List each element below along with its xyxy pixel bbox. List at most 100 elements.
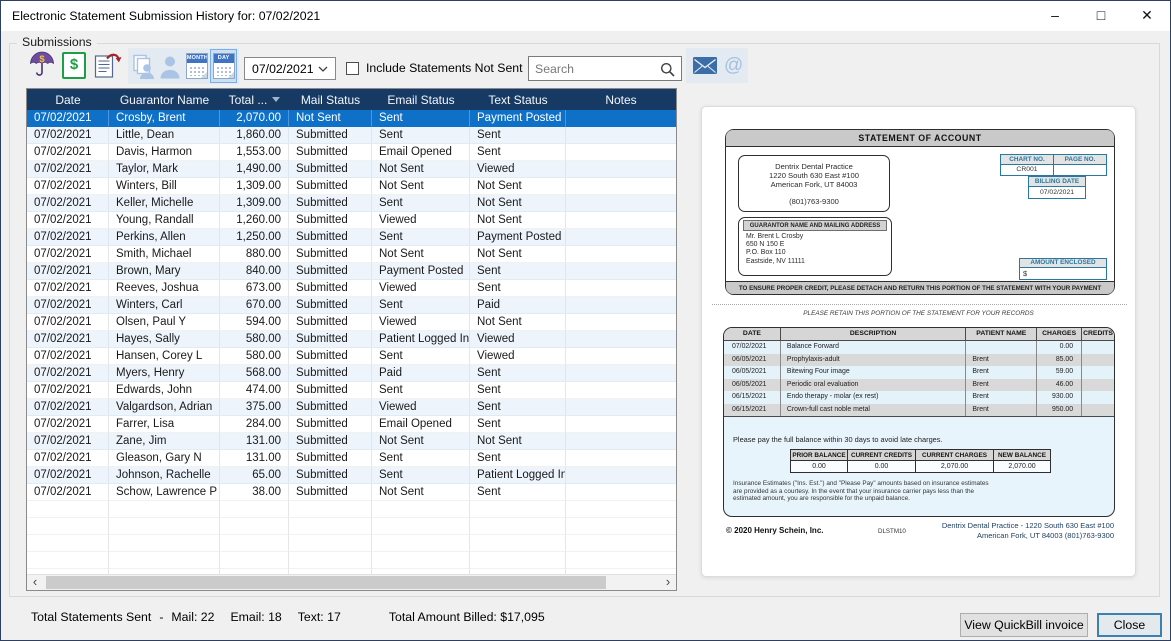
detail-row: 07/02/2021Balance Forward0.00 <box>724 341 1114 354</box>
table-row[interactable]: 07/02/2021Winters, Bill1,309.00Submitted… <box>27 178 676 195</box>
cell-name: Myers, Henry <box>109 365 220 382</box>
close-window-button[interactable]: ✕ <box>1124 1 1170 31</box>
umbrella-billing-button[interactable]: $ <box>28 51 56 79</box>
cell-text: Not Sent <box>470 212 566 229</box>
day-view-button[interactable]: DAY <box>211 50 236 82</box>
detail-cell <box>1082 341 1114 354</box>
cell-date: 07/02/2021 <box>27 399 109 416</box>
table-row[interactable]: 07/02/2021Myers, Henry568.00SubmittedPai… <box>27 365 676 382</box>
table-row[interactable]: 07/02/2021Little, Dean1,860.00SubmittedS… <box>27 127 676 144</box>
create-statement-button[interactable]: $ <box>62 52 86 79</box>
empty-row <box>27 501 676 518</box>
cell-mail: Submitted <box>289 467 372 484</box>
grid-header-cell[interactable]: Guarantor Name <box>109 89 220 110</box>
cell-text: Not Sent <box>470 433 566 450</box>
table-row[interactable]: 07/02/2021Young, Randall1,260.00Submitte… <box>27 212 676 229</box>
cell-empty <box>289 552 372 569</box>
cell-empty <box>27 552 109 569</box>
cell-mail: Submitted <box>289 178 372 195</box>
cell-total: 375.00 <box>220 399 289 416</box>
cell-notes <box>566 212 676 229</box>
table-row[interactable]: 07/02/2021Reeves, Joshua673.00SubmittedV… <box>27 280 676 297</box>
table-row[interactable]: 07/02/2021Gleason, Gary N131.00Submitted… <box>27 450 676 467</box>
table-row[interactable]: 07/02/2021Taylor, Mark1,490.00SubmittedN… <box>27 161 676 178</box>
search-input[interactable] <box>529 57 657 80</box>
minimize-button[interactable]: – <box>1032 1 1078 31</box>
sort-descending-icon <box>272 97 280 102</box>
all-guarantors-button[interactable] <box>131 50 156 82</box>
table-row[interactable]: 07/02/2021Schow, Lawrence P38.00Submitte… <box>27 484 676 501</box>
table-row[interactable]: 07/02/2021Valgardson, Adrian375.00Submit… <box>27 399 676 416</box>
footer-address-line: American Fork, UT 84003 (801)763-9300 <box>942 531 1114 541</box>
cell-notes <box>566 280 676 297</box>
cell-name: Olsen, Paul Y <box>109 314 220 331</box>
cell-date: 07/02/2021 <box>27 195 109 212</box>
cell-date: 07/02/2021 <box>27 297 109 314</box>
amount-enclosed-label: AMOUNT ENCLOSED <box>1019 258 1107 268</box>
grid-header-cell[interactable]: Notes <box>566 89 676 110</box>
detail-cell: Brent <box>966 379 1037 392</box>
cell-date: 07/02/2021 <box>27 229 109 246</box>
statement-detail-box: DATEDESCRIPTIONPATIENT NAMECHARGESCREDIT… <box>723 327 1115 517</box>
cell-text: Sent <box>470 399 566 416</box>
table-row[interactable]: 07/02/2021Edwards, John474.00SubmittedSe… <box>27 382 676 399</box>
submissions-group-label: Submissions <box>17 35 97 49</box>
table-row[interactable]: 07/02/2021Crosby, Brent2,070.00Not SentS… <box>27 110 676 127</box>
table-row[interactable]: 07/02/2021Hansen, Corey L580.00Submitted… <box>27 348 676 365</box>
cell-name: Schow, Lawrence P <box>109 484 220 501</box>
cell-email: Not Sent <box>372 178 470 195</box>
grid-header-cell[interactable]: Date <box>27 89 109 110</box>
scroll-right-arrow[interactable]: › <box>660 575 676 590</box>
cell-mail: Submitted <box>289 144 372 161</box>
scroll-left-arrow[interactable]: ‹ <box>27 575 43 590</box>
cell-text: Not Sent <box>470 246 566 263</box>
detail-header-cell: CREDITS <box>1082 328 1114 340</box>
billing-notes-button[interactable] <box>93 51 122 79</box>
maximize-button[interactable]: □ <box>1078 1 1124 31</box>
month-view-button[interactable]: MONTH <box>185 50 210 82</box>
cell-text: Not Sent <box>470 178 566 195</box>
guarantor-address-line: 650 N 150 E <box>746 241 891 249</box>
cell-email: Patient Logged In <box>372 331 470 348</box>
cell-mail: Submitted <box>289 348 372 365</box>
cell-total: 1,553.00 <box>220 144 289 161</box>
table-row[interactable]: 07/02/2021Farrer, Lisa284.00SubmittedEma… <box>27 416 676 433</box>
grid-header-cell[interactable]: Total ... <box>220 89 289 110</box>
table-row[interactable]: 07/02/2021Keller, Michelle1,309.00Submit… <box>27 195 676 212</box>
table-row[interactable]: 07/02/2021Olsen, Paul Y594.00SubmittedVi… <box>27 314 676 331</box>
send-email-button[interactable] <box>693 57 717 74</box>
cell-name: Johnson, Rachelle <box>109 467 220 484</box>
grid-header-cell[interactable]: Text Status <box>470 89 566 110</box>
table-row[interactable]: 07/02/2021Winters, Carl670.00SubmittedSe… <box>27 297 676 314</box>
scrollbar-thumb[interactable] <box>46 576 606 589</box>
table-row[interactable]: 07/02/2021Smith, Michael880.00SubmittedN… <box>27 246 676 263</box>
detail-row: 06/05/2021Bitewing Four imageBrent59.00 <box>724 366 1114 379</box>
cell-total: 1,309.00 <box>220 195 289 212</box>
detail-cell: 0.00 <box>1037 341 1082 354</box>
cell-empty <box>372 552 470 569</box>
cell-name: Winters, Carl <box>109 297 220 314</box>
cell-notes <box>566 178 676 195</box>
table-row[interactable]: 07/02/2021Zane, Jim131.00SubmittedNot Se… <box>27 433 676 450</box>
single-guarantor-button[interactable] <box>158 50 183 82</box>
view-quickbill-invoice-button[interactable]: View QuickBill invoice <box>960 613 1088 637</box>
cell-date: 07/02/2021 <box>27 433 109 450</box>
table-row[interactable]: 07/02/2021Brown, Mary840.00SubmittedPaym… <box>27 263 676 280</box>
send-panel: @ <box>686 48 748 83</box>
cell-notes <box>566 110 676 127</box>
table-row[interactable]: 07/02/2021Johnson, Rachelle65.00Submitte… <box>27 467 676 484</box>
at-sign-icon[interactable]: @ <box>724 56 743 75</box>
include-not-sent-checkbox[interactable] <box>346 62 359 75</box>
horizontal-scrollbar[interactable]: ‹ › <box>27 574 676 590</box>
close-button[interactable]: Close <box>1097 613 1162 637</box>
statement-preview: STATEMENT OF ACCOUNT Dentrix Dental Prac… <box>701 106 1136 577</box>
grid-header-cell[interactable]: Email Status <box>372 89 470 110</box>
date-dropdown[interactable]: 07/02/2021 <box>244 57 336 80</box>
cell-text: Sent <box>470 450 566 467</box>
table-row[interactable]: 07/02/2021Perkins, Allen1,250.00Submitte… <box>27 229 676 246</box>
cell-total: 1,490.00 <box>220 161 289 178</box>
statement-copyright: © 2020 Henry Schein, Inc. <box>726 526 824 535</box>
table-row[interactable]: 07/02/2021Hayes, Sally580.00SubmittedPat… <box>27 331 676 348</box>
grid-header-cell[interactable]: Mail Status <box>289 89 372 110</box>
table-row[interactable]: 07/02/2021Davis, Harmon1,553.00Submitted… <box>27 144 676 161</box>
